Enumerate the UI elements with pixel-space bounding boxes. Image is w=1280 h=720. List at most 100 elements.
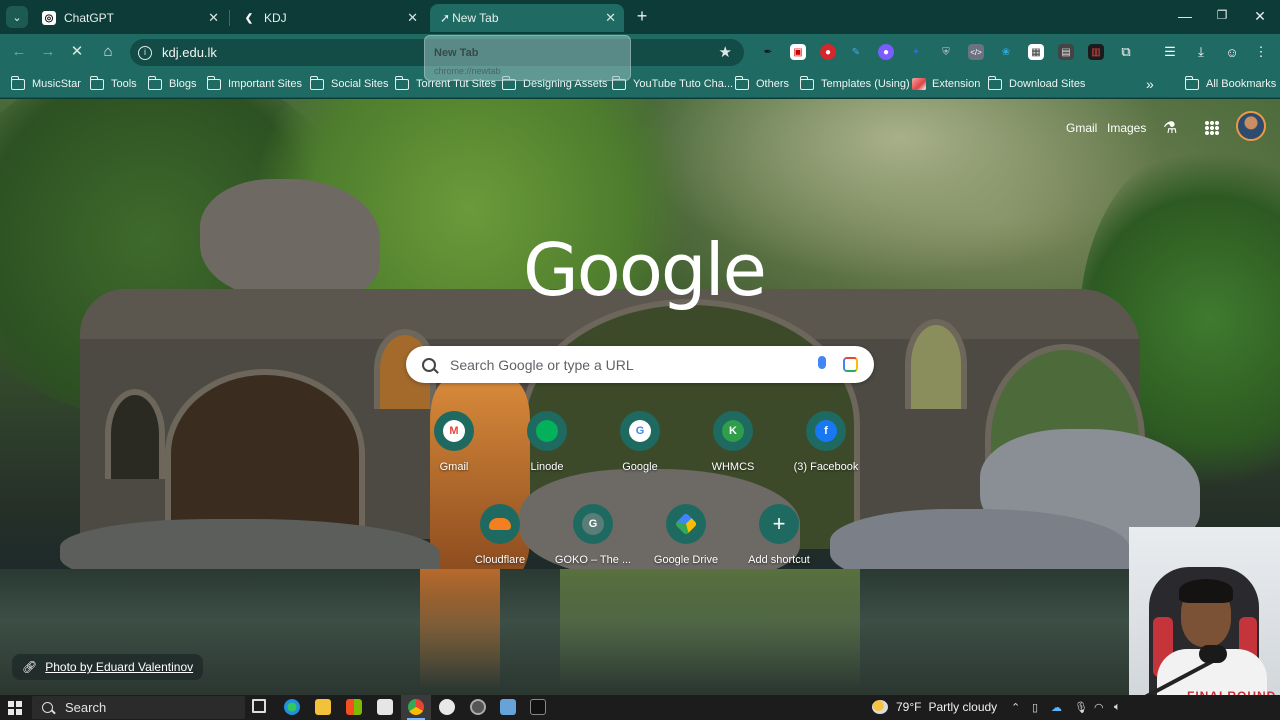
folder-icon bbox=[10, 75, 25, 90]
tab-chatgpt[interactable]: ◎ ChatGPT ✕ bbox=[32, 4, 227, 32]
profile-icon[interactable]: ☺ bbox=[1224, 44, 1240, 60]
shortcut-whmcs[interactable]: K WHMCS bbox=[691, 411, 775, 491]
badge-extension-icon[interactable]: ▣ bbox=[790, 44, 806, 60]
task-view-icon[interactable] bbox=[252, 699, 266, 713]
shortcut-gmail[interactable]: M Gmail bbox=[412, 411, 496, 491]
bookmark-social-sites[interactable]: Social Sites bbox=[309, 75, 388, 92]
obs-icon[interactable] bbox=[470, 699, 486, 715]
mail-icon[interactable] bbox=[377, 699, 393, 715]
shield-extension-icon[interactable]: ⛨ bbox=[938, 44, 954, 60]
shortcut-google[interactable]: G Google bbox=[598, 411, 682, 491]
labs-flask-icon[interactable]: ⚗ bbox=[1163, 118, 1177, 138]
windows-start-icon[interactable] bbox=[8, 701, 22, 715]
pencil-extension-icon[interactable]: ✎ bbox=[848, 44, 864, 60]
volume-icon[interactable]: 🔈︎ bbox=[1114, 701, 1121, 714]
more-bookmarks-chevron-icon[interactable]: » bbox=[1146, 76, 1154, 92]
color-extension-icon[interactable]: ❀ bbox=[998, 44, 1014, 60]
back-button[interactable]: ← bbox=[9, 42, 29, 62]
browser-toolbar: ← → ✕ ⌂ i kdj.edu.lk ★ ✒ ▣ ● ✎ ● ✦ ⛨ </>… bbox=[0, 34, 1280, 70]
bookmark-blogs[interactable]: Blogs bbox=[147, 75, 197, 92]
shortcut-goko[interactable]: G GOKO – The ... bbox=[551, 504, 635, 584]
home-button[interactable]: ⌂ bbox=[98, 42, 118, 62]
shortcut-add[interactable]: + Add shortcut bbox=[737, 504, 821, 584]
restore-icon[interactable]: ❐ bbox=[1212, 8, 1232, 22]
close-icon[interactable]: ✕ bbox=[407, 10, 418, 26]
cloudflare-icon bbox=[489, 518, 511, 530]
app-circle-icon[interactable] bbox=[439, 699, 455, 715]
chevron-up-icon[interactable]: ⌃ bbox=[1011, 701, 1020, 714]
chrome-icon[interactable] bbox=[408, 699, 424, 715]
gmail-link[interactable]: Gmail bbox=[1066, 121, 1097, 135]
shortcut-label: Google Drive bbox=[653, 554, 719, 566]
code-extension-icon[interactable]: </> bbox=[968, 44, 984, 60]
tab-strip: ⌄ ◎ ChatGPT ✕ ❮ KDJ ✕ ➚ New Tab ✕ + — ❐ … bbox=[0, 0, 1280, 34]
bookmark-others[interactable]: Others bbox=[734, 75, 789, 92]
address-url[interactable]: kdj.edu.lk bbox=[162, 45, 217, 60]
pen-extension-icon[interactable]: ✒ bbox=[760, 44, 776, 60]
reading-list-icon[interactable]: ☰ bbox=[1162, 44, 1178, 60]
voice-search-mic-icon[interactable] bbox=[818, 356, 826, 369]
bookmarks-bar: MusicStar Tools Blogs Important Sites So… bbox=[0, 70, 1280, 98]
new-tab-button[interactable]: + bbox=[632, 6, 652, 26]
notes-icon[interactable] bbox=[500, 699, 516, 715]
shortcut-label: (3) Facebook bbox=[793, 461, 859, 473]
tray-mic-icon[interactable]: 🎙︎ bbox=[1074, 701, 1088, 714]
bookmark-musicstar[interactable]: MusicStar bbox=[10, 75, 81, 92]
linode-icon bbox=[536, 420, 558, 442]
onedrive-cloud-icon[interactable]: ☁ bbox=[1051, 701, 1062, 714]
window-close-icon[interactable]: ✕ bbox=[1250, 8, 1270, 25]
bookmark-extension[interactable]: Extension bbox=[912, 76, 980, 92]
shortcut-facebook[interactable]: f (3) Facebook bbox=[784, 411, 868, 491]
webcam-overlay: FINALROUND bbox=[1129, 527, 1280, 720]
minimize-icon[interactable]: — bbox=[1175, 8, 1195, 24]
bookmark-templates[interactable]: Templates (Using) bbox=[799, 75, 910, 92]
close-icon[interactable]: ✕ bbox=[208, 10, 219, 26]
download-icon[interactable]: ⤓ bbox=[1193, 44, 1209, 60]
tab-hover-card: New Tab chrome://newtab bbox=[424, 35, 631, 81]
page-favicon-icon bbox=[912, 78, 926, 90]
search-input[interactable] bbox=[450, 356, 790, 373]
media-extension-icon[interactable]: ▥ bbox=[1088, 44, 1104, 60]
store-icon[interactable] bbox=[346, 699, 362, 715]
bookmark-label: YouTube Tuto Cha... bbox=[633, 78, 734, 90]
forward-button[interactable]: → bbox=[38, 42, 58, 62]
edge-icon[interactable] bbox=[284, 699, 300, 715]
extensions-puzzle-icon[interactable]: ⧉ bbox=[1118, 44, 1134, 60]
bookmark-download-sites[interactable]: Download Sites bbox=[987, 75, 1085, 92]
red-extension-icon[interactable]: ● bbox=[820, 44, 836, 60]
images-link[interactable]: Images bbox=[1107, 121, 1146, 135]
tab-kdj[interactable]: ❮ KDJ ✕ bbox=[232, 4, 426, 32]
purple-extension-icon[interactable]: ● bbox=[878, 44, 894, 60]
shortcut-linode[interactable]: Linode bbox=[505, 411, 589, 491]
search-box[interactable] bbox=[406, 346, 874, 383]
hover-card-url: chrome://newtab bbox=[434, 66, 501, 76]
photo-credit-link[interactable]: 🔗︎ Photo by Eduard Valentinov bbox=[12, 654, 204, 680]
bookmark-youtube-tuto[interactable]: YouTube Tuto Cha... bbox=[611, 75, 734, 92]
screenshot-extension-icon[interactable]: ▤ bbox=[1058, 44, 1074, 60]
network-icon[interactable]: ◠ bbox=[1094, 701, 1104, 714]
menu-dots-icon[interactable]: ⋮ bbox=[1253, 44, 1269, 60]
terminal-icon[interactable] bbox=[530, 699, 546, 715]
bookmark-tools[interactable]: Tools bbox=[89, 75, 137, 92]
grid-extension-icon[interactable]: ▦ bbox=[1028, 44, 1044, 60]
site-info-icon[interactable]: i bbox=[138, 45, 152, 60]
weather-widget[interactable]: 79°F Partly cloudy bbox=[872, 700, 997, 714]
shortcut-label: GOKO – The ... bbox=[554, 554, 632, 566]
shortcut-cloudflare[interactable]: Cloudflare bbox=[458, 504, 542, 584]
file-explorer-icon[interactable] bbox=[315, 699, 331, 715]
close-icon[interactable]: ✕ bbox=[605, 10, 616, 26]
google-lens-icon[interactable] bbox=[843, 357, 858, 372]
apps-grid-icon[interactable] bbox=[1205, 121, 1219, 135]
account-avatar[interactable] bbox=[1236, 111, 1266, 141]
stop-loading-button[interactable]: ✕ bbox=[67, 42, 87, 62]
all-bookmarks-button[interactable]: All Bookmarks bbox=[1184, 75, 1276, 92]
tab-search-button[interactable]: ⌄ bbox=[6, 6, 28, 28]
tab-new-tab[interactable]: ➚ New Tab ✕ bbox=[430, 4, 624, 32]
plus-icon: + bbox=[772, 511, 786, 536]
taskbar-search[interactable]: Search bbox=[32, 696, 245, 719]
shortcut-google-drive[interactable]: Google Drive bbox=[644, 504, 728, 584]
bookmark-star-icon[interactable]: ★ bbox=[719, 43, 732, 61]
tray-app-icon[interactable]: ▯ bbox=[1032, 701, 1038, 714]
blue-extension-icon[interactable]: ✦ bbox=[908, 44, 924, 60]
bookmark-important-sites[interactable]: Important Sites bbox=[206, 75, 302, 92]
